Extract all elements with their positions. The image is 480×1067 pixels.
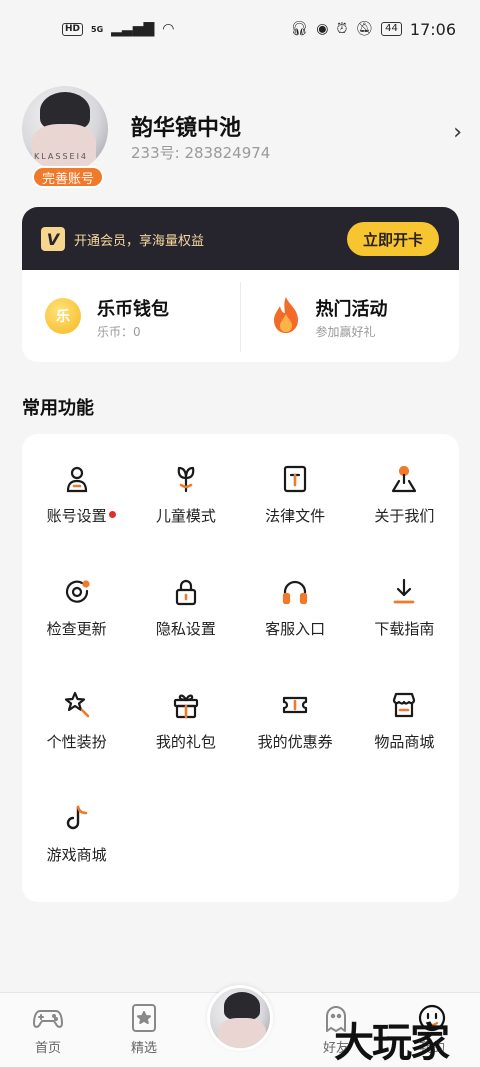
func-label: 隐私设置 [155,620,216,638]
func-label: 检查更新 [46,620,107,638]
func-label: 客服入口 [265,620,326,638]
download-icon [393,578,415,604]
functions-grid: 账号设置 儿童模式 法律文件 关于我们 检查更新 隐私设置 客服入口 下载指南 … [22,464,459,868]
coin-wallet-title: 乐币钱包 [97,299,169,320]
avatar-container[interactable]: KLASSEI4 完善账号 [22,86,108,188]
func-legal-documents[interactable]: 法律文件 [241,464,350,529]
func-label: 账号设置 [46,507,107,525]
gamepad-icon [33,1010,63,1028]
user-id: 233号: 283824974 [131,144,271,162]
vip-logo-icon: V [41,227,65,251]
vip-promo-text: 开通会员，享海量权益 [74,234,205,249]
chevron-right-icon[interactable]: › [453,120,462,145]
user-icon [66,466,87,493]
func-label: 法律文件 [265,507,326,525]
func-download-guide[interactable]: 下载指南 [350,577,459,642]
func-label: 我的优惠券 [257,733,333,751]
music-note-icon [66,805,87,830]
complete-account-badge[interactable]: 完善账号 [32,166,104,188]
sprout-icon [177,466,195,493]
func-label: 个性装扮 [46,733,107,751]
func-label: 儿童模式 [155,507,216,525]
func-label: 关于我们 [374,507,435,525]
func-check-update[interactable]: 检查更新 [22,577,131,642]
section-title: 常用功能 [22,398,94,419]
hot-events-title: 热门活动 [315,299,388,320]
profile-header[interactable]: KLASSEI4 完善账号 韵华镜中池 233号: 283824974 › [22,86,462,192]
gift-icon [173,694,198,719]
hot-events[interactable]: 热门活动 参加赢好礼 [241,270,460,362]
nav-home-label: 首页 [34,1041,61,1056]
wallet-card: 乐 乐币钱包 乐币：0 热门活动 参加赢好礼 [22,270,459,362]
func-label: 游戏商城 [46,846,107,864]
clock: 17:06 [409,19,456,39]
func-label: 下载指南 [374,620,435,638]
nav-home[interactable]: 首页 [18,1003,78,1056]
network-type: 5G [91,24,104,34]
status-left: HD 5G ▂▃▅▇ ◠ [62,22,174,36]
func-game-store[interactable]: 游戏商城 [22,803,131,868]
headphones-icon: 🎧︎ [290,21,309,37]
func-kids-mode[interactable]: 儿童模式 [131,464,240,529]
func-item-store[interactable]: 物品商城 [350,690,459,755]
update-icon [65,580,90,603]
func-account-settings[interactable]: 账号设置 [22,464,131,529]
func-personalize[interactable]: 个性装扮 [22,690,131,755]
user-name: 韵华镜中池 [131,116,242,141]
nav-center-avatar[interactable] [207,985,273,1051]
nav-featured[interactable]: 精选 [114,1003,174,1056]
battery-icon: 44 [381,22,402,36]
func-label: 物品商城 [374,733,435,751]
alarm-icon: ⏰︎ [336,21,348,37]
func-label: 我的礼包 [155,733,216,751]
func-my-coupons[interactable]: 我的优惠券 [241,690,350,755]
hot-events-sub: 参加赢好礼 [315,325,376,339]
star-card-icon [132,1004,156,1032]
star-wand-icon [64,691,89,718]
vip-banner[interactable]: V 开通会员，享海量权益 立即开卡 [22,207,459,270]
open-card-button[interactable]: 立即开卡 [347,222,439,256]
func-customer-service[interactable]: 客服入口 [241,577,350,642]
coin-icon: 乐 [45,298,81,334]
watermark: 大玩家 [334,1019,450,1066]
store-icon [393,692,416,718]
func-privacy-settings[interactable]: 隐私设置 [131,577,240,642]
functions-card: 账号设置 儿童模式 法律文件 关于我们 检查更新 隐私设置 客服入口 下载指南 … [22,434,459,902]
avatar-text: KLASSEI4 [34,152,89,161]
func-about-us[interactable]: 关于我们 [350,464,459,529]
func-my-gifts[interactable]: 我的礼包 [131,690,240,755]
coin-wallet[interactable]: 乐 乐币钱包 乐币：0 [22,270,241,362]
signal-icon: ▂▃▅▇ [111,21,155,37]
fire-icon [273,297,298,333]
mute-bell-icon: 🔕︎ [355,21,374,37]
headset-icon [283,580,308,605]
location-pin-icon [392,465,417,493]
status-right: 🎧︎ ◉ ⏰︎ 🔕︎ 44 17:06 [290,20,456,39]
wifi-icon: ◠ [162,21,175,37]
avatar[interactable]: KLASSEI4 [22,86,108,172]
hd-indicator: HD [62,22,84,36]
lock-icon [175,579,196,606]
notification-dot [108,511,116,518]
coupon-icon [283,696,308,714]
nav-featured-label: 精选 [130,1041,157,1056]
document-icon [284,465,307,493]
status-bar: HD 5G ▂▃▅▇ ◠ 🎧︎ ◉ ⏰︎ 🔕︎ 44 17:06 [0,0,480,58]
eye-icon: ◉ [316,21,329,37]
coin-balance: 乐币：0 [97,325,141,339]
